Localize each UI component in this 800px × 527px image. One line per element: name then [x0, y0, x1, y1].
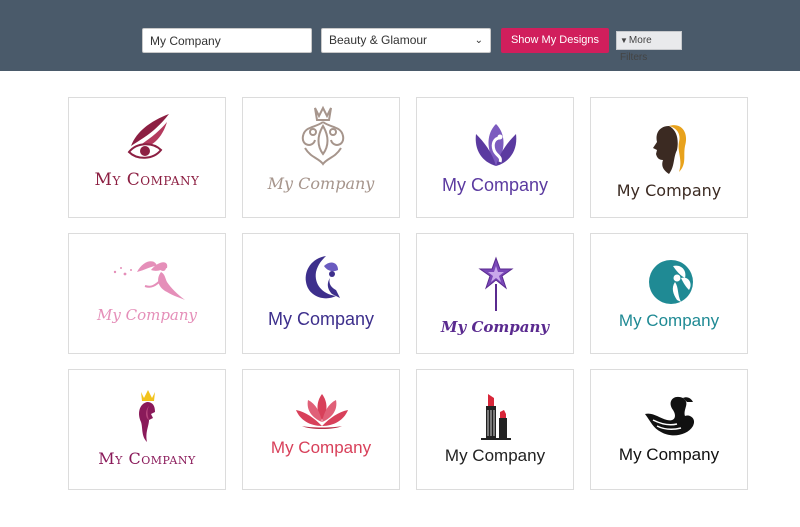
more-filters-button[interactable]: ▼More Filters [616, 31, 682, 63]
fairy-icon [113, 261, 185, 300]
logo-card-10[interactable]: My Company [242, 369, 400, 490]
logo-card-11[interactable]: My Company [416, 369, 574, 490]
lotus-flower-icon [296, 394, 348, 429]
moon-fairy-icon [305, 256, 340, 299]
ornamental-crown-icon [301, 105, 345, 166]
category-selected-value: Beauty & Glamour [329, 33, 428, 47]
crowned-woman-icon [139, 390, 155, 442]
logo-card-5[interactable]: My Company [68, 233, 226, 354]
logo-name: My Company [444, 446, 546, 465]
chevron-down-icon: ⌄ [474, 35, 483, 46]
logo-card-4[interactable]: My Company [590, 97, 748, 218]
logo-card-1[interactable]: My Company [68, 97, 226, 218]
logo-name: My Company [267, 174, 375, 193]
logo-card-9[interactable]: My Company [68, 369, 226, 490]
eye-feather-icon [127, 114, 169, 159]
company-name-input[interactable] [142, 28, 312, 53]
logo-card-2[interactable]: My Company [242, 97, 400, 218]
caret-down-icon: ▼ [620, 36, 628, 45]
logo-name: My Company [96, 306, 197, 324]
logo-name: My Company [618, 311, 720, 330]
swan-icon [645, 396, 695, 436]
star-wand-icon [478, 256, 514, 311]
logo-card-3[interactable]: My Company [416, 97, 574, 218]
show-designs-button[interactable]: Show My Designs [501, 28, 609, 53]
woman-profile-icon [653, 125, 687, 174]
logo-name: My Company [94, 170, 200, 190]
logo-name: My Company [267, 309, 375, 329]
logo-card-8[interactable]: My Company [590, 233, 748, 354]
lipstick-icon [481, 394, 511, 440]
lotus-swan-icon [475, 124, 517, 166]
logo-name: My Company [270, 438, 372, 457]
logo-name: My Company [98, 449, 196, 468]
logo-name: My Company [616, 181, 722, 200]
logo-card-7[interactable]: My Company [416, 233, 574, 354]
logo-name: My Company [618, 445, 720, 464]
logo-name: My Company [440, 318, 550, 336]
category-select[interactable]: Beauty & Glamour ⌄ [321, 28, 491, 53]
circle-fairy-icon [649, 260, 693, 304]
search-bar: Beauty & Glamour ⌄ Show My Designs ▼More… [0, 0, 800, 71]
logo-card-12[interactable]: My Company [590, 369, 748, 490]
logo-card-6[interactable]: My Company [242, 233, 400, 354]
logo-name: My Company [441, 175, 549, 195]
